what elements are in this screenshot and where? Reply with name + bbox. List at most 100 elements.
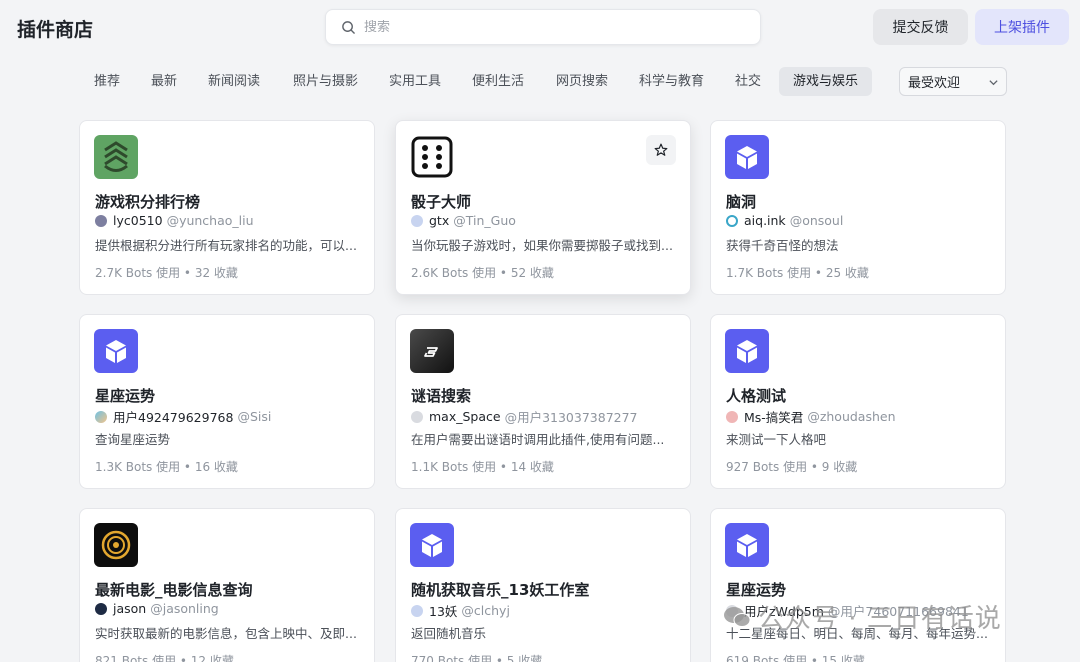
plugin-card[interactable]: 随机获取音乐_13妖工作室 13妖 @clchyj 返回随机音乐 770 Bot… [395,508,691,662]
film-reel-icon [94,523,138,567]
plugin-name: 游戏积分排行榜 [95,193,201,211]
watermark: 公众号 · 三日有话说 [722,598,1002,635]
plugin-author: Ms-搞笑君 @zhoudashen [726,407,896,426]
plugin-author: aiq.ink @onsoul [726,213,843,228]
plugin-card[interactable]: 最新电影_电影信息查询 jason @jasonling 实时获取最新的电影信息… [79,508,375,662]
author-name: 用户492479629768 [113,410,234,425]
wechat-icon [724,606,751,627]
tab-tools[interactable]: 实用工具 [375,67,455,96]
plugin-name: 骰子大师 [411,193,472,211]
plugin-description: 当你玩骰子游戏时，如果你需要掷骰子或找到... [411,238,673,253]
author-handle: @zhoudashen [807,409,896,424]
plugin-description: 实时获取最新的电影信息，包含上映中、及即... [95,626,357,641]
tab-life[interactable]: 便利生活 [458,67,538,96]
plugin-author: max_Space @用户313037387277 [411,407,638,426]
plugin-description: 查询星座运势 [95,432,171,447]
tab-photo[interactable]: 照片与摄影 [279,67,372,96]
tab-science[interactable]: 科学与教育 [625,67,718,96]
avatar [95,602,107,615]
tab-news[interactable]: 新闻阅读 [194,67,274,96]
plugin-card[interactable]: 游戏积分排行榜 lyc0510 @yunchao_liu 提供根据积分进行所有玩… [79,120,375,295]
author-name: jason [113,601,147,616]
author-handle: @用户313037387277 [504,410,638,425]
avatar [726,214,738,227]
chevron-down-icon [989,80,998,86]
plugin-card[interactable]: 人格测试 Ms-搞笑君 @zhoudashen 来测试一下人格吧 927 Bot… [710,314,1006,489]
tab-web-search[interactable]: 网页搜索 [542,67,622,96]
favorite-button[interactable] [646,135,676,165]
plugin-name: 脑洞 [726,193,757,211]
author-handle: @yunchao_liu [166,213,254,228]
plugin-author: 用户492479629768 @Sisi [95,407,271,426]
sort-selected-value: 最受欢迎 [908,76,961,91]
plugin-description: 提供根据积分进行所有玩家排名的功能，可以... [95,238,357,253]
star-icon [654,143,668,156]
plugin-name: 人格测试 [726,387,787,405]
plugin-stats: 770 Bots 使用 • 5 收藏 [411,654,543,662]
plugin-name: 谜语搜索 [411,387,472,405]
plugin-name: 星座运势 [726,581,787,599]
plugin-cube-icon [725,135,769,179]
plugin-description: 在用户需要出谜语时调用此插件,使用有问题... [411,432,665,447]
plugin-author: jason @jasonling [95,601,219,616]
tab-latest[interactable]: 最新 [137,67,191,96]
tab-social[interactable]: 社交 [721,67,775,96]
publish-plugin-button[interactable]: 上架插件 [975,9,1069,45]
plugin-stats: 1.3K Bots 使用 • 16 收藏 [95,460,238,474]
page-title: 插件商店 [17,19,94,41]
author-name: max_Space [429,409,501,424]
plugin-stats: 2.7K Bots 使用 • 32 收藏 [95,266,238,280]
tab-games[interactable]: 游戏与娱乐 [779,67,873,96]
plugin-card[interactable]: 谜语搜索 max_Space @用户313037387277 在用户需要出谜语时… [395,314,691,489]
plugin-description: 来测试一下人格吧 [726,432,827,447]
author-name: lyc0510 [113,213,163,228]
avatar [411,214,423,227]
header: 插件商店 提交反馈 上架插件 [0,0,1080,56]
plugin-name: 最新电影_电影信息查询 [95,581,253,599]
feedback-button[interactable]: 提交反馈 [873,9,968,45]
search-input[interactable] [364,19,744,35]
plugin-stats: 1.7K Bots 使用 • 25 收藏 [726,266,869,280]
plugin-author: lyc0510 @yunchao_liu [95,213,254,228]
plugin-cube-icon [725,329,769,373]
plugin-cube-icon [94,329,138,373]
avatar [95,410,107,423]
plugin-name: 星座运势 [95,387,156,405]
avatar [411,604,423,617]
search-box[interactable] [325,9,761,45]
author-handle: @onsoul [789,213,844,228]
plugin-author: 13妖 @clchyj [411,601,510,620]
plugin-stats: 927 Bots 使用 • 9 收藏 [726,460,858,474]
plugin-stats: 1.1K Bots 使用 • 14 收藏 [411,460,554,474]
search-icon [342,20,355,34]
plugin-description: 获得千奇百怪的想法 [726,238,839,253]
author-handle: @Sisi [237,409,272,424]
plugin-cube-icon [725,523,769,567]
plugin-card[interactable]: 脑洞 aiq.ink @onsoul 获得千奇百怪的想法 1.7K Bots 使… [710,120,1006,295]
plugin-card[interactable]: 骰子大师 gtx @Tin_Guo 当你玩骰子游戏时，如果你需要掷骰子或找到..… [395,120,691,295]
plugin-stats: 2.6K Bots 使用 • 52 收藏 [411,266,554,280]
sergeant-rank-icon [94,135,138,179]
author-name: aiq.ink [744,213,786,228]
plugin-name: 随机获取音乐_13妖工作室 [411,581,590,599]
author-name: Ms-搞笑君 [744,410,804,425]
plugin-stats: 821 Bots 使用 • 12 收藏 [95,654,234,662]
plugin-cube-icon [410,523,454,567]
author-name: 13妖 [429,604,458,619]
avatar [726,410,738,423]
plugin-description: 返回随机音乐 [411,626,487,641]
plugin-stats: 619 Bots 使用 • 15 收藏 [726,654,865,662]
plugin-card[interactable]: 星座运势 用户492479629768 @Sisi 查询星座运势 1.3K Bo… [79,314,375,489]
author-name: gtx [429,213,450,228]
plugin-author: gtx @Tin_Guo [411,213,516,228]
sort-select[interactable]: 最受欢迎 [899,67,1007,96]
plugin-card[interactable]: 星座运势 用户zWdp5m @用户7460711669841 十二星座每日、明日… [710,508,1006,662]
author-handle: @jasonling [150,601,219,616]
avatar [95,214,107,227]
dice-icon [410,135,454,179]
author-handle: @clchyj [461,603,510,618]
author-handle: @Tin_Guo [453,213,516,228]
tab-recommend[interactable]: 推荐 [80,67,134,96]
riddle-logo-icon [410,329,454,373]
watermark-text: 公众号 · 三日有话说 [758,604,1002,634]
